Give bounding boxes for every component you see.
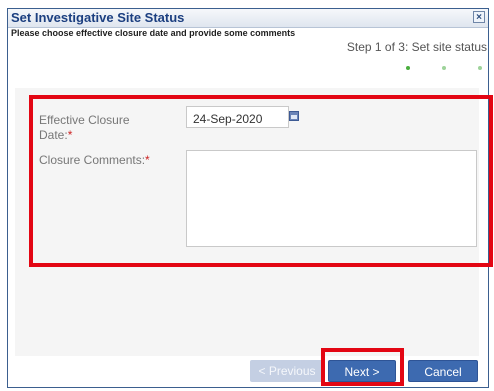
dialog-titlebar: Set Investigative Site Status × [8,9,488,28]
step-progress-dots [406,66,486,72]
form-highlight-box [29,95,493,267]
cancel-button[interactable]: Cancel [408,360,478,382]
step-dot-3 [478,66,482,70]
close-icon[interactable]: × [473,11,485,23]
next-highlight-box [321,348,404,386]
step-indicator-text: Step 1 of 3: Set site status [346,40,487,54]
step-dot-1 [406,66,410,70]
step-dot-2 [442,66,446,70]
dialog-title: Set Investigative Site Status [11,10,185,25]
previous-button[interactable]: < Previous [250,360,324,382]
instructions-text: Please choose effective closure date and… [11,28,296,38]
